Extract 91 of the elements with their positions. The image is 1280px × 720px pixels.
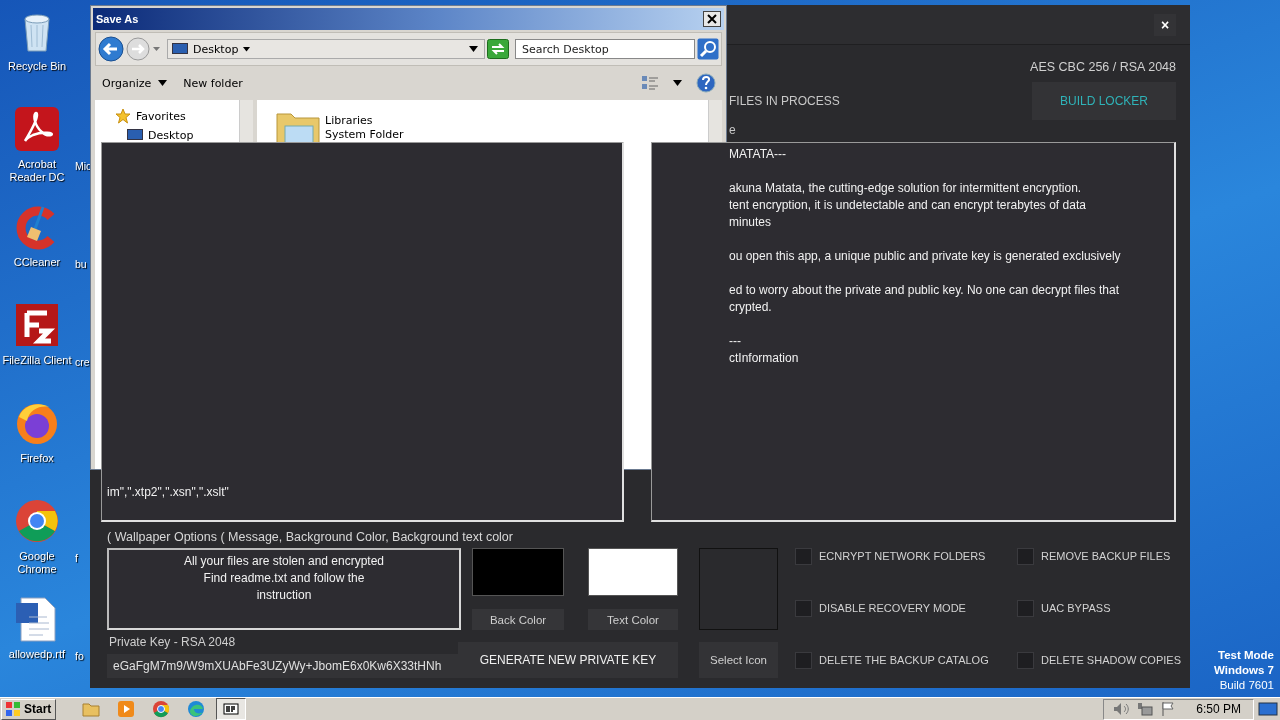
nav-item[interactable]: Favorites (115, 108, 239, 124)
icon-label[interactable]: cre (75, 356, 90, 369)
nav-item[interactable]: Desktop (115, 127, 239, 143)
checkbox[interactable] (1017, 547, 1034, 565)
key-field[interactable]: eGaFgM7m9/W9mXUAbFe3UZyWy+JbomE6x0Kw6X33tHNh (107, 654, 461, 678)
icon-label[interactable]: bu (75, 258, 87, 271)
windows-flag-icon (5, 701, 21, 717)
new-folder-button[interactable]: New folder (178, 74, 248, 92)
text-line: ctInformation (729, 350, 799, 367)
taskbar-app[interactable] (216, 698, 247, 720)
checkbox[interactable] (1017, 651, 1034, 669)
color-button[interactable]: Back Color (472, 609, 564, 630)
checkbox[interactable] (795, 651, 812, 669)
section-label: FILES IN PROCESS (729, 93, 840, 109)
color-swatch[interactable] (588, 548, 678, 596)
text-line: ou open this app, a unique public and private key is generated exclusively (729, 248, 1121, 265)
file-item[interactable]: Libraries System Folder (275, 108, 404, 144)
text-line: MATATA--- (729, 146, 787, 163)
message-line: All your files are stolen and encrypted (183, 553, 385, 570)
search-icon[interactable] (697, 38, 719, 60)
organize-menu[interactable]: Organize (97, 74, 173, 92)
speaker-icon[interactable] (1112, 701, 1131, 717)
address-bar[interactable]: Desktop (167, 39, 485, 59)
checkbox[interactable] (795, 547, 812, 565)
color-button[interactable]: Text Color (588, 609, 678, 630)
build-button[interactable]: BUILD LOCKER (1032, 82, 1176, 120)
os-notice-text: Test Mode (1218, 648, 1274, 663)
icon-label[interactable]: fo (75, 650, 84, 663)
generate-key-button[interactable]: GENERATE NEW PRIVATE KEY (458, 642, 678, 678)
star-icon (115, 108, 131, 124)
text-line: minutes (729, 214, 772, 231)
icon-label[interactable]: allowedp.rtf (8, 648, 66, 661)
start-button[interactable]: Start (1, 698, 57, 720)
icon-label[interactable]: FileZilla Client (2, 354, 72, 367)
monitor-icon (127, 129, 143, 141)
message-line: instruction (256, 587, 312, 604)
scrollbar[interactable] (708, 100, 722, 144)
window-title: Save As (96, 13, 139, 25)
field-label: Private Key - RSA 2048 (108, 635, 236, 649)
os-notice-text: Windows 7 (1214, 663, 1274, 678)
checkbox[interactable] (795, 599, 812, 617)
section-heading: ( Wallpaper Options ( Message, Background Color, Background text color (107, 530, 513, 544)
os-notice-text: Build 7601 (1219, 678, 1274, 693)
checkbox-label: ECNRYPT NETWORK FOLDERS (819, 550, 986, 562)
text-line: tent encryption, it is undetectable and can encrypt terabytes of data (729, 197, 1086, 214)
search-field[interactable]: Search Desktop (515, 39, 695, 59)
icon-label[interactable]: f (75, 552, 78, 565)
close-button[interactable]: × (1154, 13, 1176, 36)
extensions-text-area[interactable]: im",".xtp2",".xsn",".xslt" (101, 142, 624, 522)
file-type: System Folder (325, 128, 404, 142)
icon-label[interactable]: Mic (75, 160, 92, 173)
pdf-app-icon[interactable] (13, 105, 61, 153)
close-icon[interactable] (703, 11, 721, 27)
network-icon[interactable] (1136, 701, 1155, 717)
text-line: im",".xtp2",".xsn",".xslt" (107, 484, 229, 501)
icon-label[interactable]: CCleaner (13, 256, 61, 269)
icon-label[interactable]: Recycle Bin (7, 60, 67, 73)
caret-icon[interactable] (673, 80, 682, 86)
show-desktop-icon[interactable] (1258, 701, 1278, 717)
refresh-icon[interactable] (487, 39, 509, 59)
checkbox-label: DELETE SHADOW COPIES (1041, 654, 1181, 666)
section-label: e (729, 122, 736, 138)
flag-icon[interactable] (1160, 701, 1177, 717)
checkbox-label: REMOVE BACKUP FILES (1041, 550, 1171, 562)
text-line: akuna Matata, the cutting-edge solution for intermittent encryption. (729, 180, 1082, 197)
scrollbar[interactable] (239, 100, 253, 144)
chrome-icon[interactable] (13, 497, 61, 545)
note-text-area[interactable] (651, 142, 1176, 522)
message-line: Find readme.txt and follow the (203, 570, 365, 587)
icon-label[interactable]: Google Chrome (0, 550, 74, 576)
text-line: --- (729, 333, 741, 350)
checkbox-label: DELETE THE BACKUP CATALOG (819, 654, 989, 666)
monitor-icon (172, 43, 188, 55)
message-field[interactable]: All your files are stolen and encrypted Find readme.txt and follow the instruction (107, 548, 461, 630)
ftp-app-icon[interactable] (13, 301, 61, 349)
select-icon-button[interactable]: Select Icon (699, 642, 778, 678)
icon-label[interactable]: Acrobat Reader DC (0, 158, 74, 184)
checkbox-label: DISABLE RECOVERY MODE (819, 602, 966, 614)
checkbox-label: UAC BYPASS (1041, 602, 1111, 614)
color-swatch[interactable] (472, 548, 564, 596)
help-icon[interactable] (696, 73, 716, 93)
file-name: Libraries (325, 114, 374, 128)
cipher-label: AES CBC 256 / RSA 2048 (1030, 59, 1176, 75)
address-text: Desktop (193, 42, 239, 56)
checkbox[interactable] (1017, 599, 1034, 617)
clock-text[interactable]: 6:50 PM (1196, 702, 1241, 716)
caret-icon (158, 80, 168, 86)
edge-icon (186, 699, 207, 719)
icon-label[interactable]: Firefox (20, 452, 54, 465)
text-line: crypted. (729, 299, 772, 316)
text-line: ed to worry about the private and public key. No one can decrypt files that (729, 282, 1119, 299)
